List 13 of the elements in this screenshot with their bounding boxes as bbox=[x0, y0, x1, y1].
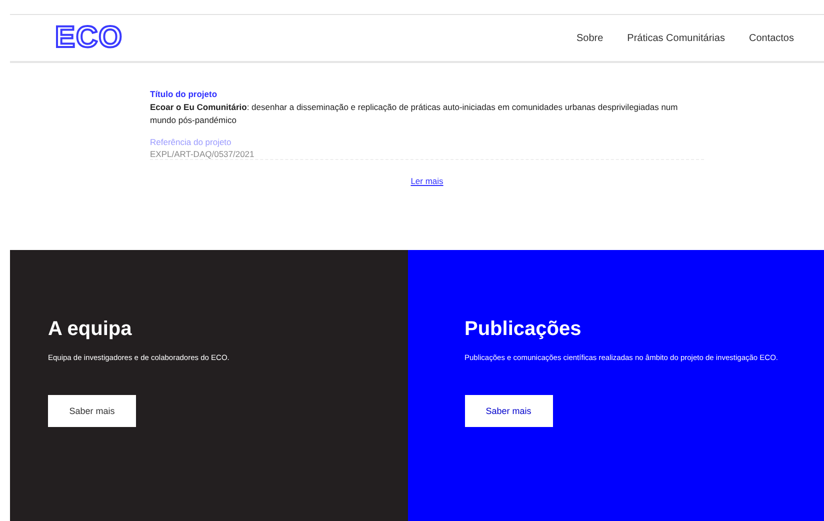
panel-title: A equipa bbox=[48, 318, 133, 341]
nav-link[interactable]: Contactos bbox=[748, 32, 794, 44]
project-reference-label: Referência do projeto bbox=[150, 136, 232, 146]
panel-title: Publicações bbox=[464, 318, 582, 341]
learn-more-button[interactable]: Saber mais bbox=[48, 395, 136, 427]
project-reference: EXPL/ART-DAQ/0537/2021 bbox=[150, 148, 704, 160]
eco-logo[interactable]: ECO bbox=[55, 21, 124, 55]
learn-more-button[interactable]: Saber mais bbox=[464, 395, 552, 427]
nav-link[interactable]: Sobre bbox=[576, 32, 604, 44]
nav-link[interactable]: Práticas Comunitárias bbox=[627, 32, 725, 44]
project-title-label: Título do projeto bbox=[150, 89, 218, 99]
project-title: Ecoar o Eu Comunitário: desenhar a disseminação e replicação de práticas auto-iniciadas em comunidades urbanas desprivilegiadas num mundo pós-pandémico bbox=[150, 101, 679, 126]
read-more-link[interactable]: Ler mais bbox=[410, 176, 444, 186]
